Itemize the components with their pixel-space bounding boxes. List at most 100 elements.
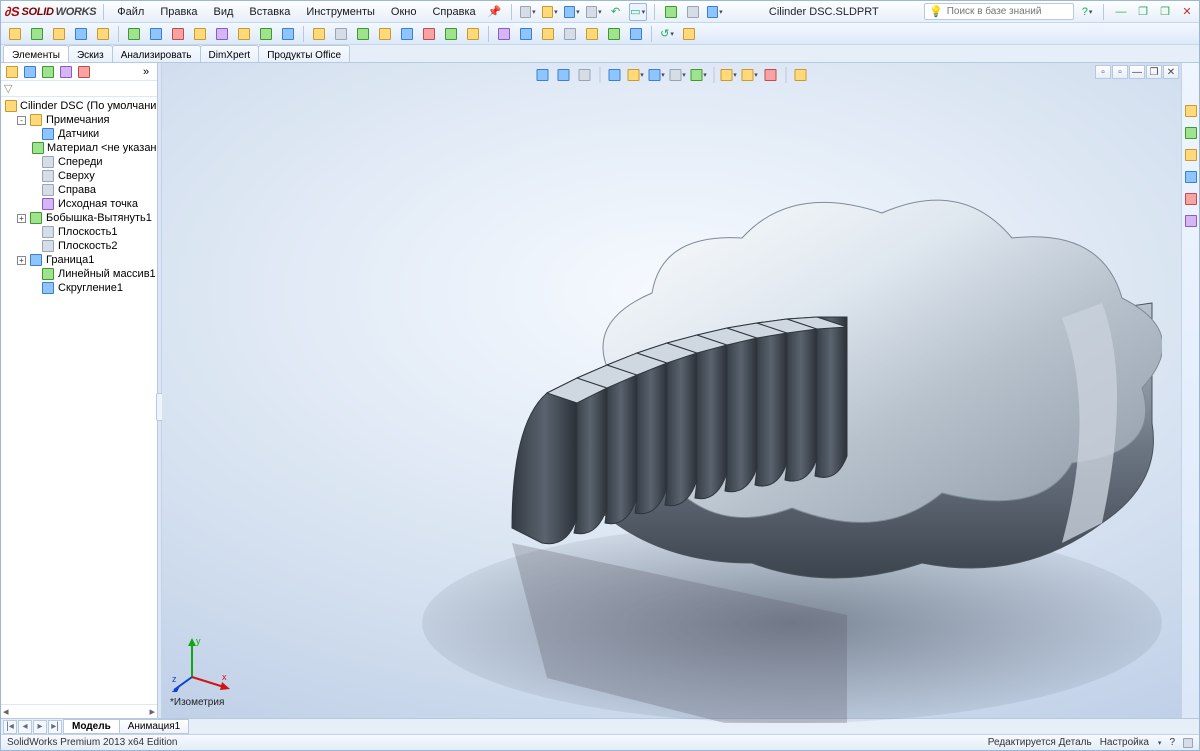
tree-node[interactable]: Спереди — [3, 155, 157, 169]
cmd-tab-features[interactable]: Элементы — [3, 45, 69, 62]
tool-18[interactable] — [397, 25, 417, 43]
fm-tab-dimxpert[interactable] — [58, 64, 74, 80]
mdi-prev[interactable]: ▫ — [1095, 65, 1111, 79]
fm-tab-design-tree[interactable] — [4, 64, 20, 80]
collapse-icon[interactable]: - — [17, 116, 26, 125]
menu-tools[interactable]: Инструменты — [300, 4, 381, 20]
graphics-viewport[interactable]: ▫ ▫ — ❐ ✕ ▾ ▾ ▾ ▾ ▾ ▾ — [162, 63, 1181, 718]
menu-window[interactable]: Окно — [385, 4, 423, 20]
taskpane-view-palette[interactable] — [1183, 169, 1199, 185]
apply-scene-button[interactable]: ▾ — [719, 66, 738, 84]
view-settings-button[interactable]: ▾ — [740, 66, 759, 84]
tool-29[interactable]: ↺▾ — [657, 25, 677, 43]
prev-view-button[interactable] — [575, 66, 594, 84]
kb-search[interactable]: 💡 — [924, 3, 1074, 20]
tool-28[interactable] — [626, 25, 646, 43]
tab-nav-prev[interactable]: ◂ — [18, 720, 32, 734]
tool-10[interactable] — [212, 25, 232, 43]
tool-15[interactable] — [331, 25, 351, 43]
tool-13[interactable] — [278, 25, 298, 43]
taskpane-custom-props[interactable] — [1183, 213, 1199, 229]
tool-27[interactable] — [604, 25, 624, 43]
tool-1[interactable] — [5, 25, 25, 43]
tool-22[interactable] — [494, 25, 514, 43]
edit-appearance-button[interactable]: ▾ — [689, 66, 708, 84]
help-button[interactable]: ?▾ — [1078, 3, 1096, 21]
tree-node[interactable]: Плоскость2 — [3, 239, 157, 253]
tree-node[interactable]: Материал <не указан> — [3, 141, 157, 155]
taskpane-appearances[interactable] — [1183, 191, 1199, 207]
tool-14[interactable] — [309, 25, 329, 43]
menu-help[interactable]: Справка — [426, 4, 481, 20]
taskpane-resources[interactable] — [1183, 103, 1199, 119]
tool-3[interactable] — [49, 25, 69, 43]
print-button[interactable]: ▾ — [585, 3, 603, 21]
render-region-button[interactable] — [761, 66, 780, 84]
taskpane-file-explorer[interactable] — [1183, 147, 1199, 163]
status-unit-icon[interactable] — [1183, 738, 1193, 748]
mdi-tile[interactable]: ▫ — [1112, 65, 1128, 79]
fm-tab-property-manager[interactable] — [22, 64, 38, 80]
tool-26[interactable] — [582, 25, 602, 43]
options-button[interactable] — [684, 3, 702, 21]
tool-19[interactable] — [419, 25, 439, 43]
expand-icon[interactable]: + — [17, 256, 26, 265]
fm-tab-config-manager[interactable] — [40, 64, 56, 80]
tool-8[interactable] — [168, 25, 188, 43]
feature-tree[interactable]: Cilinder DSC (По умолчанию<<По -Примечан… — [1, 97, 157, 704]
tool-23[interactable] — [516, 25, 536, 43]
hide-show-button[interactable]: ▾ — [668, 66, 687, 84]
tree-node[interactable]: -Примечания — [3, 113, 157, 127]
tree-node[interactable]: Датчики — [3, 127, 157, 141]
tree-root[interactable]: Cilinder DSC (По умолчанию<<По — [3, 99, 157, 113]
tool-16[interactable] — [353, 25, 373, 43]
rebuild-button[interactable] — [662, 3, 680, 21]
tree-node[interactable]: Скругление1 — [3, 281, 157, 295]
kb-search-input[interactable] — [947, 6, 1069, 17]
tool-21[interactable] — [463, 25, 483, 43]
menu-edit[interactable]: Правка — [154, 4, 203, 20]
select-button[interactable]: ▭▾ — [629, 3, 647, 21]
new-doc-button[interactable]: ▾ — [519, 3, 537, 21]
tool-9[interactable] — [190, 25, 210, 43]
cmd-tab-sketch[interactable]: Эскиз — [68, 45, 113, 62]
display-style-button[interactable]: ▾ — [647, 66, 666, 84]
tree-hscroll[interactable]: ◂▸ — [1, 704, 157, 718]
fm-expand-icon[interactable]: » — [138, 64, 154, 80]
expand-icon[interactable]: + — [17, 214, 26, 223]
close-button[interactable]: ✕ — [1179, 5, 1195, 19]
toggle-1[interactable] — [791, 66, 810, 84]
fm-tab-display-manager[interactable] — [76, 64, 92, 80]
cmd-tab-office[interactable]: Продукты Office — [258, 45, 350, 62]
tab-model[interactable]: Модель — [63, 719, 120, 734]
restore2-button[interactable]: ❐ — [1157, 5, 1173, 19]
tool-5[interactable] — [93, 25, 113, 43]
tool-25[interactable] — [560, 25, 580, 43]
mdi-max[interactable]: ❐ — [1146, 65, 1162, 79]
tree-node[interactable]: +Бобышка-Вытянуть1 — [3, 211, 157, 225]
section-view-button[interactable] — [605, 66, 624, 84]
tool-11[interactable] — [234, 25, 254, 43]
save-button[interactable]: ▾ — [563, 3, 581, 21]
tool-20[interactable] — [441, 25, 461, 43]
tab-nav-next[interactable]: ▸ — [33, 720, 47, 734]
tool-12[interactable] — [256, 25, 276, 43]
mdi-min[interactable]: — — [1129, 65, 1145, 79]
tree-node[interactable]: Линейный массив1 — [3, 267, 157, 281]
undo-button[interactable]: ↶ — [607, 3, 625, 21]
tool-17[interactable] — [375, 25, 395, 43]
screen-capture-button[interactable]: ▾ — [706, 3, 724, 21]
restore-button[interactable]: ❐ — [1135, 5, 1151, 19]
open-doc-button[interactable]: ▾ — [541, 3, 559, 21]
tab-nav-last[interactable]: ▸| — [48, 720, 62, 734]
tool-30[interactable] — [679, 25, 699, 43]
tab-nav-first[interactable]: |◂ — [3, 720, 17, 734]
cmd-tab-evaluate[interactable]: Анализировать — [112, 45, 201, 62]
feature-manager-filter[interactable]: ▽ — [1, 81, 157, 97]
menu-insert[interactable]: Вставка — [243, 4, 296, 20]
menu-view[interactable]: Вид — [208, 4, 240, 20]
zoom-fit-button[interactable] — [533, 66, 552, 84]
tree-node[interactable]: +Граница1 — [3, 253, 157, 267]
menu-file[interactable]: Файл — [111, 4, 150, 20]
mdi-close[interactable]: ✕ — [1163, 65, 1179, 79]
